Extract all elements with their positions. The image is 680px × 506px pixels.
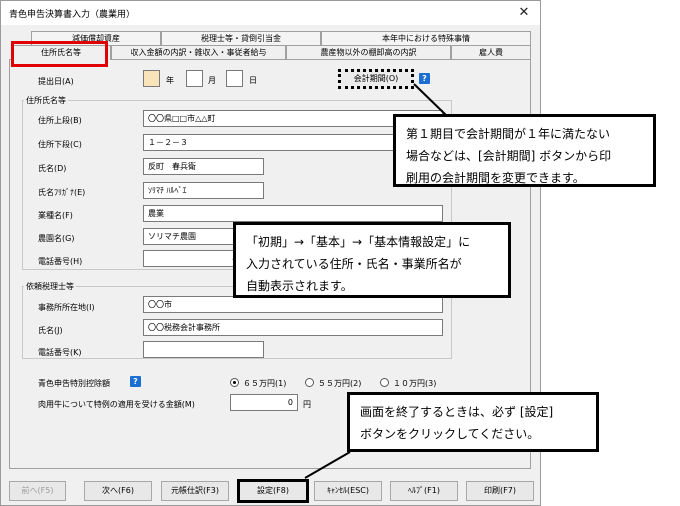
callout-line: 画面を終了するときは、必ず [設定] — [360, 405, 554, 419]
callout-line: 刷用の会計期間を変更できます。 — [406, 171, 585, 185]
callout-line: ボタンをクリックしてください。 — [360, 427, 540, 441]
auto-display-callout: 「初期」→「基本」→「基本情報設定」に 入力されている住所・氏名・事業所名が 自… — [233, 222, 511, 298]
settings-callout: 画面を終了するときは、必ず [設定] ボタンをクリックしてください。 — [347, 392, 599, 452]
callout-line: 「初期」→「基本」→「基本情報設定」に — [246, 235, 471, 249]
callout-line: 場合などは、[会計期間] ボタンから印 — [406, 149, 612, 163]
callout-line: 自動表示されます。 — [246, 279, 353, 293]
callout-line: 第１期目で会計期間が１年に満たない — [406, 127, 611, 141]
settings-pointer-line — [304, 451, 351, 479]
callout-line: 入力されている住所・氏名・事業所名が — [246, 257, 462, 271]
accounting-period-callout: 第１期目で会計期間が１年に満たない 場合などは、[会計期間] ボタンから印 刷用… — [393, 114, 656, 187]
accounting-pointer-line — [413, 83, 449, 118]
